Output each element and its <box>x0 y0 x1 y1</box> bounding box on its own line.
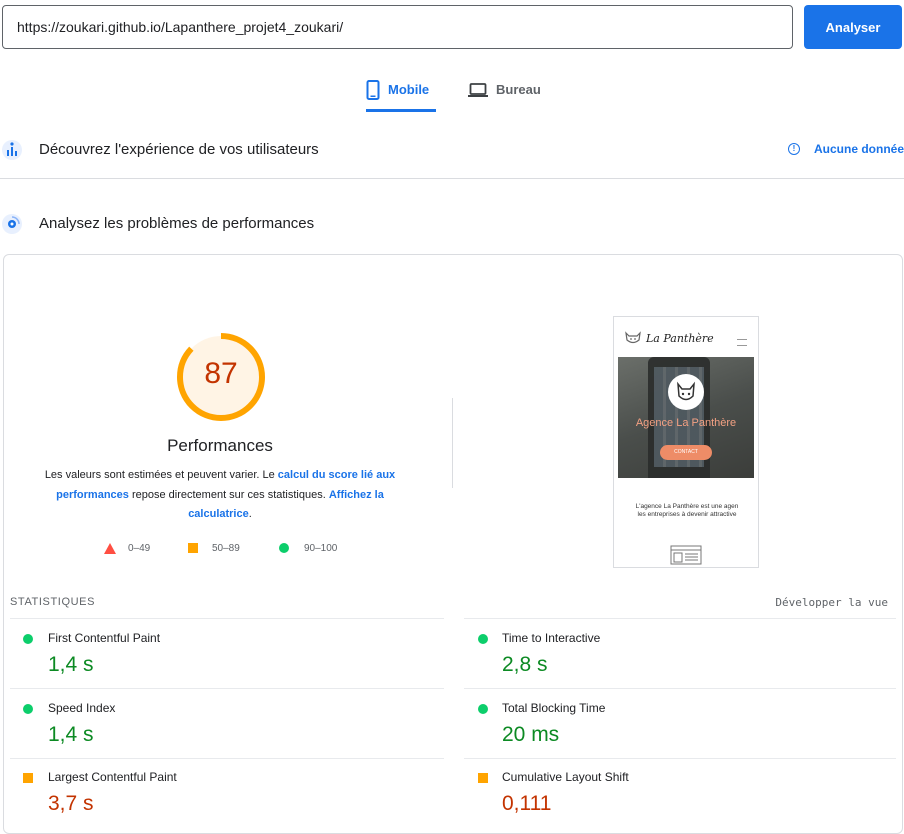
url-input[interactable] <box>2 5 793 49</box>
legend-item-poor: 0–49 <box>104 541 150 555</box>
screenshot-logo <box>668 374 704 410</box>
metric-name: Speed Index <box>48 701 116 715</box>
legend-item-average: 50–89 <box>188 541 240 555</box>
lab-data-header: Analysez les problèmes de performances <box>0 203 904 243</box>
page-screenshot: La Panthère Agence La Panthère CONTACT L… <box>613 316 759 568</box>
screenshot-hero-title: Agence La Panthère <box>635 417 737 429</box>
screenshot-text: L'agence La Panthère est une agen les en… <box>618 503 756 519</box>
performance-score: 87 <box>204 357 238 390</box>
legend-range-poor: 0–49 <box>128 542 151 554</box>
metric-speed-index: Speed Index 1,4 s <box>10 689 444 758</box>
desc-text-2: repose directement sur ces statistiques. <box>128 488 329 501</box>
screenshot-hero: Agence La Panthère CONTACT <box>618 357 754 478</box>
panther-logo-icon <box>625 331 641 344</box>
good-indicator-icon <box>23 634 33 644</box>
section-divider <box>0 178 904 179</box>
good-indicator-icon <box>23 704 33 714</box>
analyze-button[interactable]: Analyser <box>804 5 902 49</box>
desc-text-end: . <box>248 508 252 520</box>
metric-cumulative-layout-shift: Cumulative Layout Shift 0,111 <box>464 759 896 820</box>
statistics-label: STATISTIQUES <box>10 596 96 608</box>
metric-value: 20 ms <box>502 723 560 746</box>
tab-mobile[interactable]: Mobile <box>366 72 436 112</box>
metric-value: 0,111 <box>502 792 552 815</box>
desc-text-1: Les valeurs sont estimées et peuvent var… <box>44 469 278 481</box>
good-indicator-icon <box>478 704 488 714</box>
screenshot-text-line1: L'agence La Panthère est une agen <box>635 503 739 510</box>
no-data-label: Aucune donnée <box>813 142 904 156</box>
laptop-icon <box>468 72 496 108</box>
metric-total-blocking-time: Total Blocking Time 20 ms <box>464 689 896 758</box>
field-data-title: Découvrez l'expérience de vos utilisateu… <box>39 140 319 158</box>
browser-window-icon <box>670 545 702 565</box>
metric-value: 3,7 s <box>48 792 94 815</box>
screenshot-header: La Panthère <box>624 331 714 345</box>
hamburger-icon <box>737 339 747 346</box>
lab-data-title: Analysez les problèmes de performances <box>39 214 315 232</box>
tab-desktop-label: Bureau <box>496 82 541 97</box>
expand-view-toggle[interactable]: Développer la vue <box>775 596 888 609</box>
metric-name: Largest Contentful Paint <box>48 770 177 784</box>
metric-time-to-interactive: Time to Interactive 2,8 s <box>464 619 896 688</box>
circle-icon <box>279 543 289 553</box>
metric-name: Time to Interactive <box>502 631 601 645</box>
metric-largest-contentful-paint: Largest Contentful Paint 3,7 s <box>10 759 444 820</box>
vertical-divider <box>452 398 453 488</box>
field-data-header: Découvrez l'expérience de vos utilisateu… <box>0 129 904 169</box>
info-icon: ! <box>787 143 800 155</box>
performance-label: Performances <box>167 436 273 455</box>
triangle-icon <box>104 542 116 554</box>
good-indicator-icon <box>478 634 488 644</box>
average-indicator-icon <box>478 773 488 783</box>
metric-name: Total Blocking Time <box>502 701 606 715</box>
metric-name: First Contentful Paint <box>48 631 161 645</box>
metric-value: 2,8 s <box>502 653 548 676</box>
screenshot-brand: La Panthère <box>646 331 714 345</box>
performance-description: Les valeurs sont estimées et peuvent var… <box>40 466 400 525</box>
tab-mobile-label: Mobile <box>388 82 430 97</box>
legend-item-good: 90–100 <box>279 541 337 555</box>
metric-first-contentful-paint: First Contentful Paint 1,4 s <box>10 619 444 688</box>
metric-value: 1,4 s <box>48 653 94 676</box>
smartphone-icon <box>366 72 388 108</box>
tab-desktop[interactable]: Bureau <box>468 72 548 112</box>
metric-value: 1,4 s <box>48 723 94 746</box>
users-chart-icon <box>2 140 22 160</box>
screenshot-contact-button: CONTACT <box>660 445 712 460</box>
metric-name: Cumulative Layout Shift <box>502 770 629 784</box>
legend-range-good: 90–100 <box>304 542 338 554</box>
legend-range-average: 50–89 <box>212 542 240 554</box>
average-indicator-icon <box>23 773 33 783</box>
performance-icon <box>2 214 22 234</box>
screenshot-text-line2: les entreprises à devenir attractive <box>637 511 737 518</box>
square-icon <box>188 543 198 553</box>
no-data-link[interactable]: ! Aucune donnée <box>787 140 904 158</box>
